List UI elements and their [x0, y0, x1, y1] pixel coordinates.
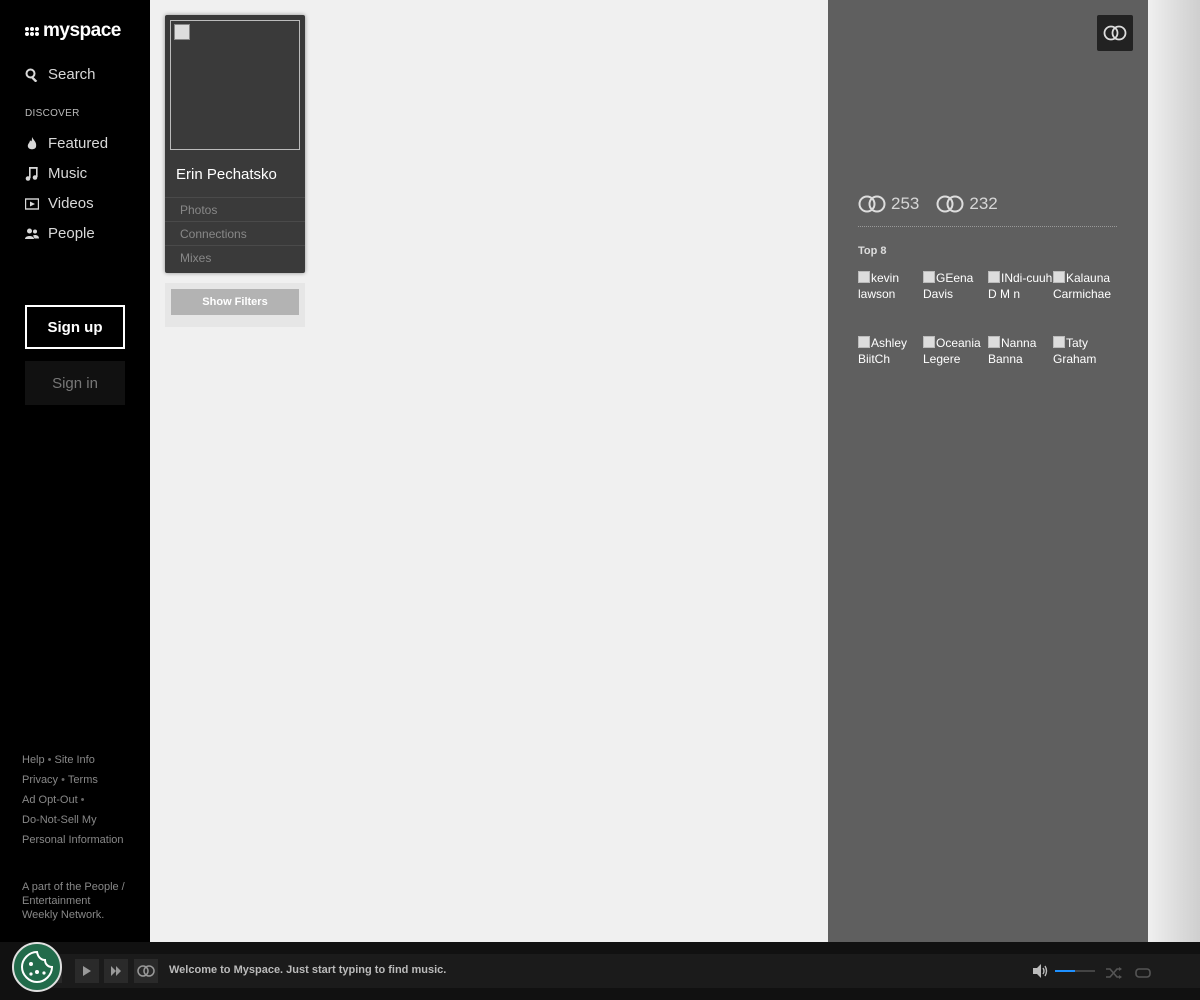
connections-out-stat[interactable]: 232 — [936, 194, 998, 214]
broken-image-icon — [858, 336, 870, 348]
connections-in-icon — [858, 195, 886, 213]
connections-link[interactable]: Connections — [165, 221, 305, 245]
connect-song-button[interactable] — [134, 959, 158, 983]
next-icon — [110, 966, 121, 976]
volume-fill — [1055, 970, 1075, 972]
shuffle-icon — [1106, 967, 1122, 979]
sidebar-item-people[interactable]: People — [25, 225, 95, 242]
play-icon — [83, 966, 91, 976]
music-player: Welcome to Myspace. Just start typing to… — [0, 942, 1200, 1000]
sidebar-item-featured[interactable]: Featured — [25, 135, 108, 152]
sign-in-button[interactable]: Sign in — [25, 361, 125, 405]
sign-up-button[interactable]: Sign up — [25, 305, 125, 349]
top8-friend[interactable]: Oceania Legere — [923, 335, 988, 383]
repeat-icon — [1135, 968, 1151, 978]
top8-friend[interactable]: GEena Davis — [923, 270, 988, 318]
search-icon — [25, 68, 38, 82]
connections-panel: 253 232 Top 8 kevin lawson GEena Davis I… — [828, 0, 1148, 942]
network-text: A part of the People / Entertainment Wee… — [22, 881, 125, 921]
top8-friend[interactable]: Nanna Banna — [988, 335, 1053, 383]
next-button[interactable] — [104, 959, 128, 983]
sidebar-item-label: Music — [48, 165, 88, 182]
profile-image[interactable] — [170, 20, 300, 150]
connect-icon — [1103, 25, 1127, 41]
myspace-logo[interactable]: myspace — [25, 20, 121, 42]
volume-button[interactable] — [1033, 963, 1049, 982]
show-filters-button[interactable]: Show Filters — [171, 289, 299, 315]
broken-image-icon — [1053, 336, 1065, 348]
profile-card: Erin Pechatsko Photos Connections Mixes — [165, 15, 305, 273]
connections-in-count: 253 — [891, 194, 920, 213]
search-button[interactable]: Search — [25, 66, 96, 83]
top8-grid: kevin lawson GEena Davis INdi-cuuh D M n… — [858, 270, 1123, 383]
music-note-icon — [25, 166, 38, 181]
sidebar-item-label: Videos — [48, 195, 94, 212]
connections-out-icon — [936, 195, 964, 213]
broken-image-icon — [923, 336, 935, 348]
volume-slider[interactable] — [1055, 970, 1095, 972]
shuffle-button[interactable] — [1106, 964, 1122, 983]
logo-icon — [25, 26, 39, 36]
cookie-icon — [20, 950, 54, 984]
sidebar-item-label: Featured — [48, 135, 109, 152]
broken-image-icon — [858, 271, 870, 283]
connections-out-count: 232 — [969, 194, 998, 213]
footer-links: Help • Site Info Privacy • Terms Ad Opt-Out •… — [22, 754, 124, 846]
top8-friend[interactable]: kevin lawson — [858, 270, 923, 318]
mixes-link[interactable]: Mixes — [165, 245, 305, 269]
flame-icon — [27, 136, 37, 149]
sidebar-item-music[interactable]: Music — [25, 165, 87, 182]
connect-icon — [137, 965, 155, 977]
privacy-link[interactable]: Privacy — [22, 774, 58, 786]
top8-heading: Top 8 — [858, 245, 887, 257]
top8-friend[interactable]: Ashley BiitCh — [858, 335, 923, 383]
search-label: Search — [48, 66, 96, 83]
broken-image-icon — [923, 271, 935, 283]
top8-friend[interactable]: Taty Graham — [1053, 335, 1118, 383]
connect-button[interactable] — [1097, 15, 1133, 51]
video-icon — [25, 197, 39, 210]
help-link[interactable]: Help — [22, 754, 45, 766]
repeat-button[interactable] — [1135, 964, 1151, 983]
player-welcome-text: Welcome to Myspace. Just start typing to… — [169, 964, 447, 976]
divider — [858, 226, 1117, 227]
page-edge — [1148, 0, 1200, 942]
sidebar-item-label: People — [48, 225, 95, 242]
broken-image-icon — [174, 24, 190, 40]
profile-name[interactable]: Erin Pechatsko — [176, 166, 277, 183]
volume-icon — [1033, 964, 1048, 978]
connection-stats: 253 232 — [858, 194, 998, 214]
ad-opt-out-link[interactable]: Ad Opt-Out — [22, 794, 78, 806]
filters-box: Show Filters — [165, 283, 305, 327]
player-bar: Welcome to Myspace. Just start typing to… — [38, 954, 1200, 988]
broken-image-icon — [988, 271, 1000, 283]
people-icon — [25, 228, 39, 239]
site-info-link[interactable]: Site Info — [54, 754, 94, 766]
do-not-sell-link[interactable]: Do-Not-Sell My Personal Information — [22, 814, 124, 846]
sidebar: myspace Search DISCOVER Featured Music V… — [0, 0, 150, 1000]
broken-image-icon — [988, 336, 1000, 348]
sidebar-item-videos[interactable]: Videos — [25, 195, 94, 212]
cookie-settings-button[interactable] — [12, 942, 62, 992]
connections-in-stat[interactable]: 253 — [858, 194, 919, 214]
photos-link[interactable]: Photos — [165, 197, 305, 221]
top8-friend[interactable]: Kalauna Carmichae — [1053, 270, 1118, 318]
top8-friend[interactable]: INdi-cuuh D M n — [988, 270, 1053, 318]
logo-text: myspace — [43, 20, 121, 41]
play-button[interactable] — [75, 959, 99, 983]
broken-image-icon — [1053, 271, 1065, 283]
terms-link[interactable]: Terms — [68, 774, 98, 786]
discover-heading: DISCOVER — [25, 108, 80, 119]
